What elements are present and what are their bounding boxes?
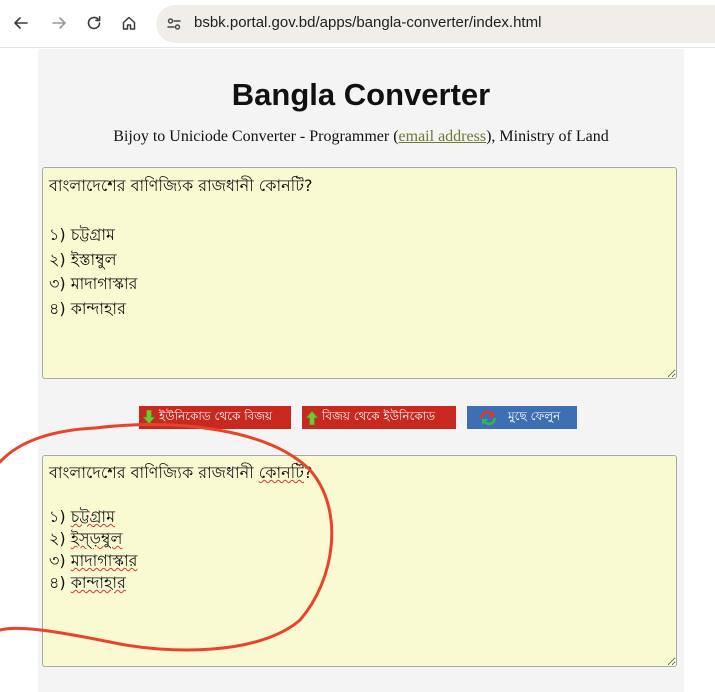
back-button[interactable]: [8, 10, 34, 36]
forward-button[interactable]: [46, 10, 72, 36]
reload-button[interactable]: [81, 10, 107, 36]
refresh-icon: [476, 410, 500, 426]
unicode-to-bijoy-label: ইউনিকোড থেকে বিজয়: [159, 408, 273, 423]
output-line: বাংলাদেশের বাণিজ্যিক রাজধানী কোনটি?: [49, 463, 312, 482]
output-textarea[interactable]: বাংলাদেশের বাণিজ্যিক রাজধানী কোনটি? ১) চ…: [42, 455, 677, 667]
option-number: ৪): [49, 573, 71, 592]
clear-button[interactable]: মুছে ফেলুন: [467, 406, 577, 429]
input-line: ১) চট্টগ্রাম: [49, 225, 115, 244]
page-content: Bangla Converter Bijoy to Uniciode Conve…: [38, 49, 684, 692]
input-line: ৩) মাদাগাস্কার: [49, 274, 138, 293]
reload-icon: [87, 16, 101, 30]
option-text: ইস্ড়ম্বুল: [70, 529, 123, 548]
input-line: বাংলাদেশের বাণিজ্যিক রাজধানী কোনটি?: [49, 176, 313, 195]
site-info-icon[interactable]: [164, 14, 184, 34]
arrow-right-icon: [52, 17, 66, 29]
address-bar[interactable]: bsbk.portal.gov.bd/apps/bangla-converter…: [156, 5, 715, 43]
browser-toolbar: bsbk.portal.gov.bd/apps/bangla-converter…: [0, 0, 715, 48]
option-number: ১): [49, 507, 71, 526]
home-button[interactable]: [116, 10, 142, 36]
arrow-left-icon: [14, 17, 28, 29]
option-text: কান্দাহার: [70, 573, 126, 592]
option-text: মাদাগাস্কার: [70, 551, 138, 570]
option-number: ৩): [49, 551, 71, 570]
bijoy-to-unicode-button[interactable]: বিজয় থেকে ইউনিকোড: [302, 406, 456, 429]
page-subtitle: Bijoy to Uniciode Converter - Programmer…: [38, 128, 684, 146]
output-question-mark: ?: [303, 463, 313, 482]
page-title: Bangla Converter: [231, 77, 491, 112]
home-icon: [122, 16, 136, 30]
output-option: ৩) মাদাগাস্কার: [49, 551, 137, 570]
unicode-to-bijoy-button[interactable]: ইউনিকোড থেকে বিজয়: [139, 406, 291, 429]
input-line: [49, 199, 670, 224]
output-option: ১) চট্টগ্রাম: [49, 507, 115, 526]
bijoy-to-unicode-label: বিজয় থেকে ইউনিকোড: [322, 408, 436, 423]
output-option: ২) ইস্ড়ম্বুল: [49, 529, 122, 548]
converter-buttons: ইউনিকোড থেকে বিজয় বিজয় থেকে ইউনিকোড মু…: [38, 406, 684, 430]
subtitle-text-end: ), Ministry of Land: [486, 128, 609, 145]
email-link[interactable]: email address: [399, 128, 487, 145]
input-line: ২) ইস্তাম্বুল: [49, 249, 117, 269]
output-question-text: বাংলাদেশের বাণিজ্যিক রাজধানী: [49, 463, 259, 482]
url-text[interactable]: bsbk.portal.gov.bd/apps/bangla-converter…: [194, 14, 541, 31]
output-question-word: কোনটি: [258, 463, 304, 482]
arrow-down-icon: [142, 410, 156, 426]
input-line: ৪) কান্দাহার: [49, 298, 126, 318]
output-option: ৪) কান্দাহার: [49, 573, 126, 592]
option-text: চট্টগ্রাম: [70, 507, 115, 526]
arrow-up-icon: [305, 410, 319, 426]
option-number: ২): [49, 529, 71, 548]
clear-label: মুছে ফেলুন: [508, 408, 561, 423]
input-textarea[interactable]: বাংলাদেশের বাণিজ্যিক রাজধানী কোনটি? ১) চ…: [42, 167, 677, 379]
subtitle-text: Bijoy to Uniciode Converter - Programmer…: [113, 128, 399, 145]
